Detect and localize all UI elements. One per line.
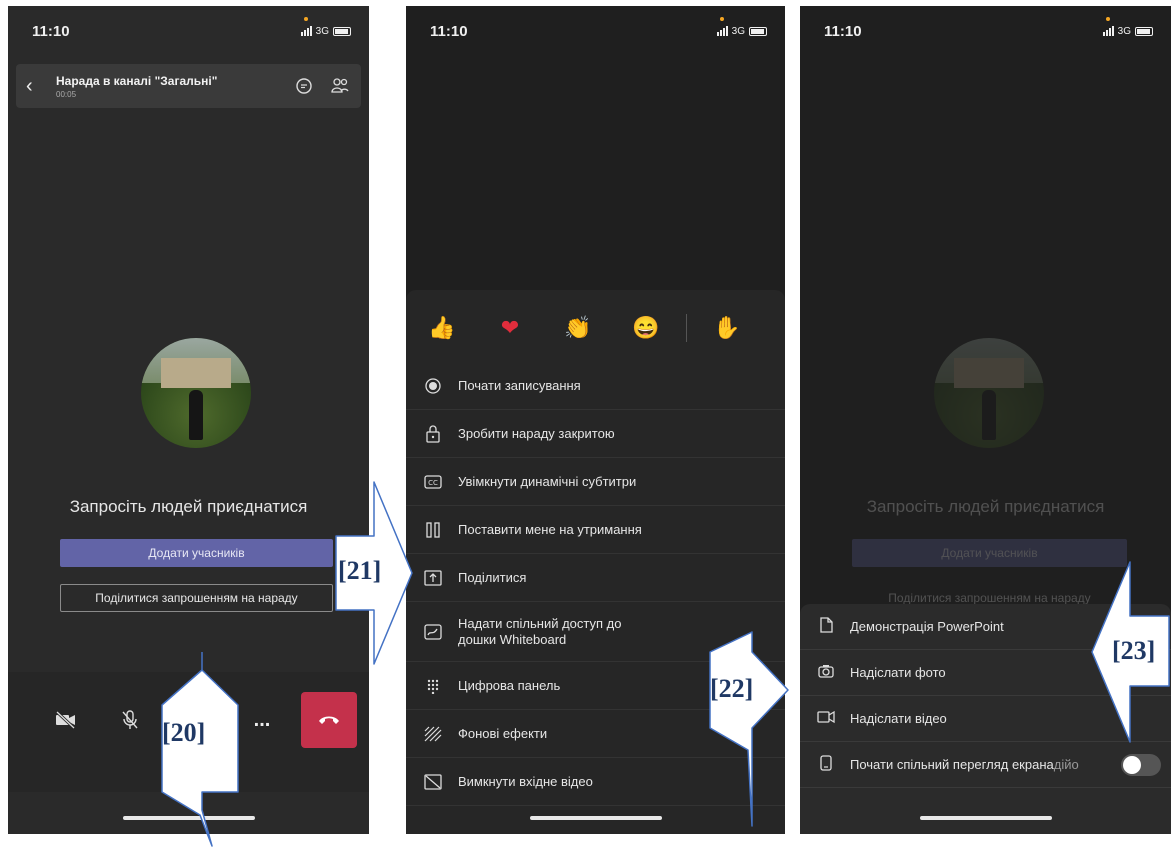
menu-item-label: Поставити мене на утримання <box>458 521 642 537</box>
phone-hangup-icon <box>319 716 339 724</box>
camera-off-icon[interactable] <box>38 692 94 748</box>
video-camera-icon <box>816 710 836 727</box>
callout-label-21: [21] <box>338 556 382 585</box>
network-type: 3G <box>731 25 745 37</box>
share-tray-icon <box>422 567 444 589</box>
mic-off-icon[interactable] <box>102 692 158 748</box>
signal-icon <box>1102 26 1114 36</box>
menu-item-label: Цифрова панель <box>458 677 561 693</box>
menu-item-label: Поділитися <box>458 569 527 585</box>
menu-item-label: Почати записування <box>458 377 581 393</box>
camera-icon <box>816 664 836 681</box>
overlapping-text: дійо <box>1053 757 1079 772</box>
invite-heading: Запросіть людей приєднатися <box>866 497 1105 516</box>
status-bar: 11:10 3G <box>824 16 1153 42</box>
menu-item-label: Вимкнути вхідне відео <box>458 773 593 789</box>
clap-icon[interactable]: 👏 <box>544 315 612 341</box>
menu-item-live-captions[interactable]: CC Увімкнути динамічні субтитри <box>406 458 785 506</box>
add-participants-button: Додати учасників <box>852 539 1127 567</box>
battery-icon <box>1135 26 1153 36</box>
status-time: 11:10 <box>430 22 468 40</box>
network-type: 3G <box>1117 25 1131 37</box>
more-options-button[interactable]: ... <box>234 692 290 748</box>
avatar <box>141 338 251 448</box>
status-time: 11:10 <box>824 22 862 40</box>
home-indicator <box>529 816 662 820</box>
captions-icon: CC <box>422 471 444 493</box>
phone-icon <box>816 755 836 774</box>
back-chevron-icon[interactable]: ‹ <box>26 75 56 98</box>
thumbs-up-icon[interactable]: 👍 <box>408 315 476 341</box>
laugh-icon[interactable]: 😄 <box>612 315 680 341</box>
signal-icon <box>300 26 312 36</box>
reactions-row: 👍 ❤ 👏 😄 ✋ <box>406 308 785 348</box>
raise-hand-icon[interactable]: ✋ <box>693 315 761 341</box>
battery-icon <box>749 26 767 36</box>
meeting-header: ‹ Нарада в каналі "Загальні" 00:05 <box>16 64 361 108</box>
menu-item-hold[interactable]: Поставити мене на утримання <box>406 506 785 554</box>
status-time: 11:10 <box>32 22 70 40</box>
callout-arrow-20: [20] <box>160 650 240 848</box>
callout-label-23: [23] <box>1112 636 1156 665</box>
add-participants-button[interactable]: Додати учасників <box>60 539 333 567</box>
menu-item-screen-share[interactable]: Почати спільний перегляд екранадійо <box>800 742 1171 788</box>
network-type: 3G <box>315 25 329 37</box>
battery-icon <box>333 26 351 36</box>
hang-up-button[interactable] <box>301 692 357 748</box>
svg-text:CC: CC <box>428 479 438 487</box>
callout-arrow-23: [23] <box>1090 560 1171 744</box>
menu-item-label: Увімкнути динамічні субтитри <box>458 473 637 489</box>
pause-icon <box>422 519 444 541</box>
signal-icon <box>716 26 728 36</box>
menu-item-share[interactable]: Поділитися <box>406 554 785 602</box>
background-effects-icon <box>422 723 444 745</box>
audio-toggle[interactable] <box>1121 753 1161 776</box>
callout-label-20: [20] <box>162 718 206 747</box>
status-bar: 11:10 3G <box>430 16 767 42</box>
record-icon <box>422 375 444 397</box>
callout-arrow-21: [21] <box>334 480 414 666</box>
menu-item-start-recording[interactable]: Почати записування <box>406 362 785 410</box>
menu-item-lock-meeting[interactable]: Зробити нараду закритою <box>406 410 785 458</box>
lock-icon <box>422 423 444 445</box>
menu-item-label: Почати спільний перегляд екранадійо <box>850 757 1121 772</box>
menu-item-label: Фонові ефекти <box>458 725 548 741</box>
mic-indicator-dot <box>1105 16 1110 21</box>
whiteboard-icon <box>422 621 444 643</box>
meeting-title: Нарада в каналі "Загальні" <box>56 73 218 88</box>
meeting-duration: 00:05 <box>56 89 77 99</box>
home-indicator <box>919 816 1052 820</box>
document-icon <box>816 617 836 636</box>
callout-label-22: [22] <box>710 674 754 703</box>
callout-arrow-22: [22] <box>708 630 790 830</box>
share-invite-button[interactable]: Поділитися запрошенням на нараду <box>60 584 333 612</box>
dialpad-icon <box>422 675 444 697</box>
incoming-video-off-icon <box>422 771 444 793</box>
menu-item-label: Надати спільний доступ до дошки Whiteboa… <box>458 615 622 647</box>
menu-item-label: Зробити нараду закритою <box>458 425 615 441</box>
reactions-divider <box>686 314 687 342</box>
status-bar: 11:10 3G <box>32 16 351 42</box>
heart-icon[interactable]: ❤ <box>476 315 544 341</box>
screen-share-label: Почати спільний перегляд екрана <box>850 757 1054 772</box>
participants-icon[interactable] <box>329 75 351 97</box>
mic-indicator-dot <box>719 16 724 21</box>
avatar <box>934 338 1044 448</box>
mic-indicator-dot <box>303 16 308 21</box>
invite-heading: Запросіть людей приєднатися <box>69 497 308 516</box>
chat-icon[interactable] <box>293 75 315 97</box>
